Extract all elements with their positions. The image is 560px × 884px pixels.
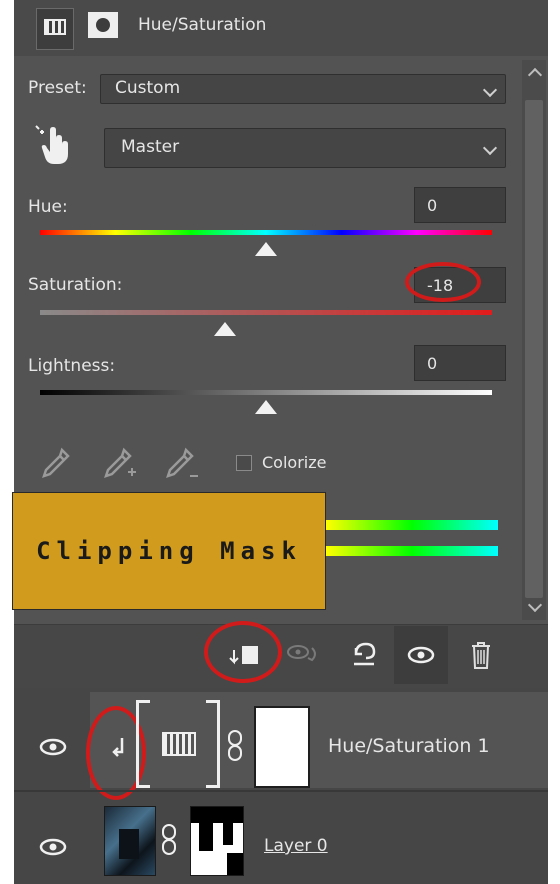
output-spectrum-bar [326,546,498,556]
lightness-slider-thumb[interactable] [255,400,277,414]
chevron-down-icon [482,82,498,98]
lightness-input[interactable]: 0 [414,345,506,381]
preset-value: Custom [115,78,181,98]
saturation-highlight-ring [405,262,481,302]
input-spectrum-bar [326,520,498,530]
eyedropper-add-icon[interactable] [100,446,140,482]
saturation-slider-track[interactable] [40,310,492,315]
panel-title: Hue/Saturation [138,15,267,35]
channel-dropdown[interactable]: Master [104,128,506,168]
layer-name[interactable]: Hue/Saturation 1 [328,735,490,757]
targeted-adjustment-hand-icon[interactable] [34,124,74,168]
lightness-slider-track[interactable] [40,390,492,395]
clip-button-highlight-ring [204,621,282,683]
clipping-mask-callout-text: Clipping Mask [36,537,302,565]
layer-link-icon[interactable] [160,822,180,858]
trash-icon[interactable] [466,638,496,672]
chevron-down-icon [482,140,498,156]
reset-icon[interactable] [346,636,382,672]
hue-label: Hue: [28,197,68,217]
eyedropper-icon[interactable] [38,446,72,480]
saturation-label: Saturation: [28,275,123,295]
colorize-label: Colorize [262,453,327,472]
layer-name[interactable]: Layer 0 [264,836,328,856]
clipping-mask-callout: Clipping Mask [12,492,326,610]
view-previous-state-icon[interactable] [284,636,322,672]
colorize-checkbox[interactable] [236,455,252,471]
adjustment-thumbnail[interactable] [136,700,220,788]
preset-dropdown[interactable]: Custom [100,74,506,104]
lightness-value: 0 [427,354,438,373]
hue-slider-track[interactable] [40,230,492,235]
hue-slider-thumb[interactable] [255,242,277,256]
mask-icon[interactable] [88,12,118,38]
properties-scroll-thumb[interactable] [525,100,543,598]
lightness-label: Lightness: [28,356,116,376]
toggle-visibility-button[interactable] [394,626,448,684]
channel-value: Master [121,137,180,157]
properties-titlebar: Hue/Saturation [14,0,548,57]
hue-input[interactable]: 0 [414,187,506,223]
layer-link-icon[interactable] [226,728,246,764]
adjustment-layer-icon[interactable] [36,8,74,50]
layer-image-thumbnail[interactable] [104,806,156,876]
layer-mask-thumbnail[interactable] [190,806,244,876]
saturation-slider-thumb[interactable] [214,322,237,336]
hue-value: 0 [427,196,438,215]
layer-divider [14,790,548,792]
layer-visibility-eye-icon[interactable] [36,736,70,758]
preset-label: Preset: [28,78,87,98]
eyedropper-subtract-icon[interactable] [162,446,202,482]
layer-mask-thumbnail[interactable] [254,706,310,788]
layer-visibility-eye-icon[interactable] [36,836,70,858]
